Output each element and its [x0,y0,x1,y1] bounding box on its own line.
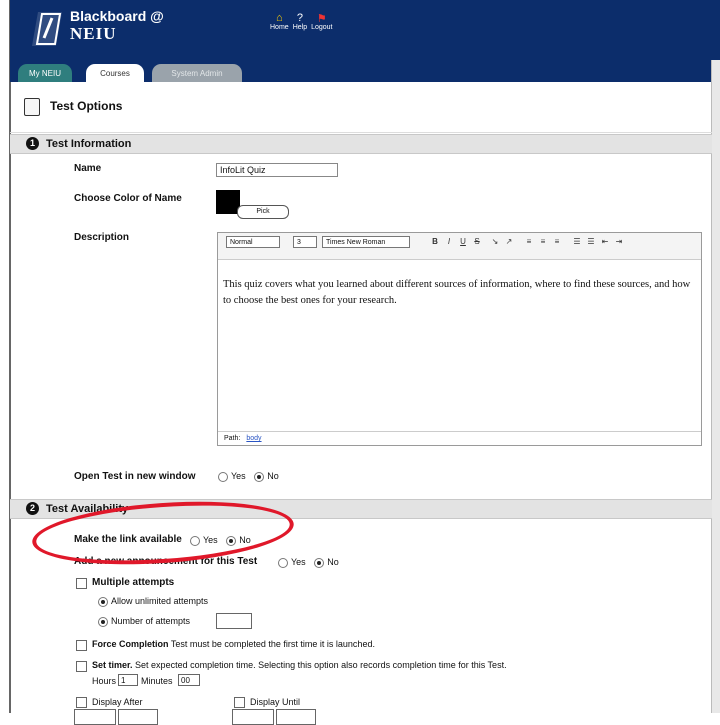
allow-unlimited-row: Allow unlimited attempts [98,596,208,607]
logo-line1: Blackboard @ [70,8,164,24]
page-title: Test Options [50,99,123,113]
blackboard-logo-icon [32,12,62,46]
name-input[interactable]: InfoLit Quiz [216,163,338,177]
underline-icon[interactable]: U [458,237,468,247]
description-editor[interactable]: Normal 3 Times New Roman B I U S ↘ ↗ ≡ ≡… [217,232,702,446]
ordered-list-icon[interactable]: ☰ [572,237,582,247]
tab-my-neiu[interactable]: My NEIU [18,64,72,82]
force-completion-label: Force Completion [92,639,169,649]
bold-icon[interactable]: B [430,237,440,247]
editor-path-bar: Path: body [218,431,701,445]
section-test-information: 1 Test Information [10,134,712,154]
home-label: Home [270,24,289,31]
section-title: Test Information [46,138,132,150]
help-label: Help [292,24,308,31]
open-window-radios: Yes No [218,471,279,482]
number-attempts-row: Number of attempts [98,616,190,627]
hours-select[interactable]: 1 [118,674,138,686]
multiple-attempts-label: Multiple attempts [92,577,175,588]
help-link[interactable]: ? Help [293,12,307,31]
tab-system-admin[interactable]: System Admin [152,64,242,82]
font-select[interactable]: Times New Roman [322,236,410,248]
home-link[interactable]: ⌂ Home [270,12,289,31]
pick-label: Pick [256,208,270,215]
open-window-no-radio[interactable] [254,471,265,482]
minutes-select[interactable]: 00 [178,674,200,686]
unordered-list-icon[interactable]: ☰ [586,237,596,247]
color-label: Choose Color of Name [74,193,182,204]
step-1-badge: 1 [26,137,39,150]
allow-unlimited-radio[interactable] [98,596,108,607]
description-text[interactable]: This quiz covers what you learned about … [223,277,693,309]
home-icon: ⌂ [276,12,283,24]
set-timer-desc: Set expected completion time. Selecting … [135,660,507,670]
editor-toolbar: Normal 3 Times New Roman B I U S ↘ ↗ ≡ ≡… [218,233,701,260]
italic-icon[interactable]: I [444,237,454,247]
display-until-label: Display Until [250,697,301,707]
force-completion-text: Force Completion Test must be completed … [92,639,375,649]
tab-bar: My NEIU Courses System Admin [10,60,720,82]
number-attempts-radio[interactable] [98,616,108,627]
superscript-icon[interactable]: ↗ [504,237,514,247]
logo-line2: NEIU [70,24,117,43]
display-after-time-field[interactable] [118,709,158,725]
app-header: Blackboard @ NEIU ⌂ Home ? Help ⚑ Logout [10,0,720,60]
display-after-date-field[interactable] [74,709,116,725]
open-window-yes-label: Yes [231,471,246,481]
announcement-no-label: No [327,557,339,567]
strikethrough-icon[interactable]: S [472,237,482,247]
path-body-link[interactable]: body [246,435,261,442]
test-options-icon [24,98,40,116]
announcement-yes-label: Yes [291,557,306,567]
align-right-icon[interactable]: ≡ [552,237,562,247]
display-after-checkbox[interactable] [76,697,87,708]
open-window-yes-radio[interactable] [218,471,228,482]
multiple-attempts-checkbox[interactable] [76,578,87,589]
display-until-checkbox[interactable] [234,697,245,708]
logout-label: Logout [311,24,333,31]
align-left-icon[interactable]: ≡ [524,237,534,247]
format-select[interactable]: Normal [226,236,280,248]
set-timer-text: Set timer. Set expected completion time.… [92,660,692,670]
pick-color-button[interactable]: Pick [237,205,289,219]
tab-courses[interactable]: Courses [86,64,144,82]
description-label: Description [74,232,130,243]
set-timer-label: Set timer. [92,660,133,670]
logout-icon: ⚑ [316,12,327,25]
open-window-no-label: No [267,471,279,481]
logout-link[interactable]: ⚑ Logout [311,12,333,32]
top-nav: ⌂ Home ? Help ⚑ Logout [270,12,333,31]
size-select[interactable]: 3 [293,236,317,248]
hours-label: Hours [92,676,117,686]
force-completion-checkbox[interactable] [76,640,87,651]
minutes-label: Minutes [141,676,173,686]
path-label: Path: [224,435,241,442]
display-until-date-field[interactable] [232,709,274,725]
announcement-yes-radio[interactable] [278,557,288,568]
display-until-time-field[interactable] [276,709,316,725]
name-label: Name [74,163,102,174]
step-2-badge: 2 [26,502,39,515]
open-window-label: Open Test in new window [74,471,196,482]
set-timer-checkbox[interactable] [76,661,87,672]
display-after-label: Display After [92,697,143,707]
number-attempts-label: Number of attempts [111,616,191,626]
help-icon: ? [296,12,303,24]
indent-icon[interactable]: ⇥ [614,237,624,247]
announcement-no-radio[interactable] [314,557,325,568]
subscript-icon[interactable]: ↘ [490,237,500,247]
force-completion-desc: Test must be completed the first time it… [170,639,375,649]
allow-unlimited-label: Allow unlimited attempts [111,596,209,606]
align-center-icon[interactable]: ≡ [538,237,548,247]
announcement-radios: Yes No [278,557,339,568]
number-attempts-input[interactable] [216,613,252,629]
scrollbar[interactable] [711,60,720,713]
outdent-icon[interactable]: ⇤ [600,237,610,247]
